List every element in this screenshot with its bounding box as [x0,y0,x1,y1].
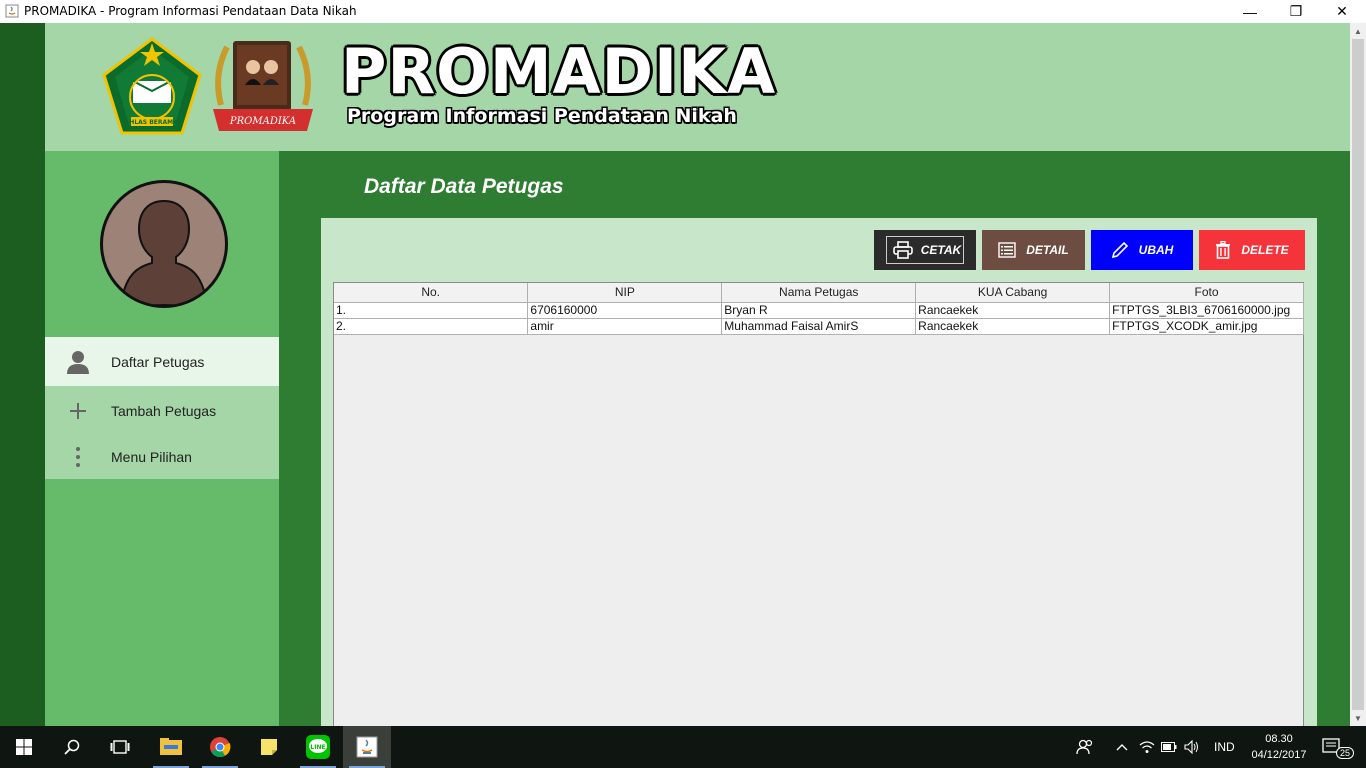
scroll-down-icon[interactable]: ▼ [1350,710,1366,726]
table-cell: FTPTGS_XCODK_amir.jpg [1109,318,1304,335]
window-titlebar: PROMADIKA - Program Informasi Pendataan … [0,0,1366,23]
plus-icon [45,402,111,419]
task-view-icon [110,740,130,754]
left-strip [0,23,45,726]
promadika-logo-text: PROMADIKA [229,116,296,127]
table-cell: Bryan R [721,302,917,319]
list-detail-icon [998,242,1016,258]
taskbar: LINE IND 08.30 04/12/2017 25 [0,726,1366,768]
table-row[interactable]: 1. 6706160000 Bryan R Rancaekek FTPTGS_3… [334,302,1304,319]
detail-button-label: DETAIL [1026,243,1069,257]
header: IKHLAS BERAMAL PROMADIKA PROMADIKA Progr… [45,23,1350,151]
promadika-logo-icon: PROMADIKA [213,41,313,131]
column-header-nama[interactable]: Nama Petugas [721,283,917,303]
windows-icon [16,739,32,755]
search-button[interactable] [48,726,96,768]
sidebar-item-label: Tambah Petugas [111,402,217,419]
cetak-button-focus: CETAK [885,236,965,264]
person-icon [45,350,111,374]
cetak-button-label: CETAK [920,243,962,257]
table-row[interactable]: 2. amir Muhammad Faisal AmirS Rancaekek … [334,318,1304,335]
column-header-nip[interactable]: NIP [527,283,723,303]
scrollbar-thumb[interactable] [1352,39,1364,710]
table-cell: 1. [334,302,529,319]
printer-icon [892,241,913,259]
column-header-no[interactable]: No. [334,283,529,303]
line-app-icon: LINE [306,735,330,759]
brand-title: PROMADIKA [341,35,777,108]
avatar [100,180,228,308]
sticky-notes-icon [261,739,277,755]
sidebar-item-menu-pilihan[interactable]: Menu Pilihan [45,435,279,479]
notification-count: 25 [1336,747,1355,759]
scroll-up-icon[interactable]: ▲ [1350,23,1366,39]
petugas-table[interactable]: No. NIP Nama Petugas KUA Cabang Foto 1. … [333,282,1304,726]
people-icon[interactable] [1076,726,1094,768]
delete-button[interactable]: DELETE [1199,230,1305,270]
battery-icon[interactable] [1161,726,1177,768]
svg-text:LINE: LINE [310,744,325,751]
clock-time: 08.30 [1265,733,1293,745]
table-cell: FTPTGS_3LBI3_6706160000.jpg [1109,302,1304,319]
chevron-up-icon[interactable] [1116,726,1128,768]
sidebar-menu: Daftar Petugas Tambah Petugas Menu Pilih… [45,337,279,479]
table-cell: Rancaekek [915,302,1111,319]
column-header-foto[interactable]: Foto [1109,283,1304,303]
more-vertical-icon [45,446,111,468]
start-button[interactable] [0,726,48,768]
page-title: Daftar Data Petugas [364,175,564,198]
taskbar-sticky-notes[interactable] [245,726,293,768]
minimize-button[interactable]: — [1227,0,1273,23]
window-title: PROMADIKA - Program Informasi Pendataan … [24,4,357,18]
task-view-button[interactable] [96,726,144,768]
pencil-icon [1111,241,1128,259]
kemenag-logo-text: IKHLAS BERAMAL [122,119,181,126]
folder-icon [160,738,182,755]
table-cell: 2. [334,318,529,335]
taskbar-line[interactable]: LINE [294,726,342,768]
table-cell: amir [527,318,723,335]
volume-icon[interactable] [1184,726,1200,768]
sidebar-item-tambah-petugas[interactable]: Tambah Petugas [45,386,279,435]
kemenag-logo-icon: IKHLAS BERAMAL [102,37,202,135]
content-panel: CETAK DETAIL UBAH DELETE No. NIP Nama Pe… [321,218,1317,726]
java-icon [356,736,378,758]
table-cell: Muhammad Faisal AmirS [721,318,917,335]
brand-subtitle: Program Informasi Pendataan Nikah [347,105,737,127]
taskbar-chrome[interactable] [196,726,244,768]
table-header-row: No. NIP Nama Petugas KUA Cabang Foto [334,283,1304,303]
user-silhouette-icon [119,199,209,305]
chrome-icon [210,737,231,758]
wifi-icon[interactable] [1139,726,1155,768]
close-button[interactable]: ✕ [1319,0,1365,23]
action-center-button[interactable]: 25 [1322,726,1355,768]
delete-button-label: DELETE [1241,243,1289,257]
java-app-icon [5,4,19,18]
main-content: Daftar Data Petugas CETAK DETAIL UBAH DE… [279,151,1350,726]
table-cell: 6706160000 [527,302,723,319]
maximize-button[interactable]: ❐ [1273,0,1319,23]
clock[interactable]: 08.30 04/12/2017 [1248,731,1310,763]
trash-icon [1216,241,1231,259]
app-window: IKHLAS BERAMAL PROMADIKA PROMADIKA Progr… [0,23,1350,726]
table-cell: Rancaekek [915,318,1111,335]
ubah-button[interactable]: UBAH [1091,230,1193,270]
search-icon [64,739,80,755]
clock-date: 04/12/2017 [1251,749,1307,761]
sidebar: Daftar Petugas Tambah Petugas Menu Pilih… [45,151,279,726]
taskbar-file-explorer[interactable] [147,726,195,768]
sidebar-item-label: Menu Pilihan [111,449,192,465]
taskbar-java-app[interactable] [343,726,391,768]
column-header-kua[interactable]: KUA Cabang [915,283,1111,303]
cetak-button[interactable]: CETAK [874,230,976,270]
input-language[interactable]: IND [1214,726,1235,768]
sidebar-item-daftar-petugas[interactable]: Daftar Petugas [45,337,279,386]
sidebar-item-label: Daftar Petugas [111,353,205,370]
ubah-button-label: UBAH [1138,243,1174,257]
detail-button[interactable]: DETAIL [982,230,1085,270]
vertical-scrollbar[interactable]: ▲ ▼ [1350,23,1366,726]
